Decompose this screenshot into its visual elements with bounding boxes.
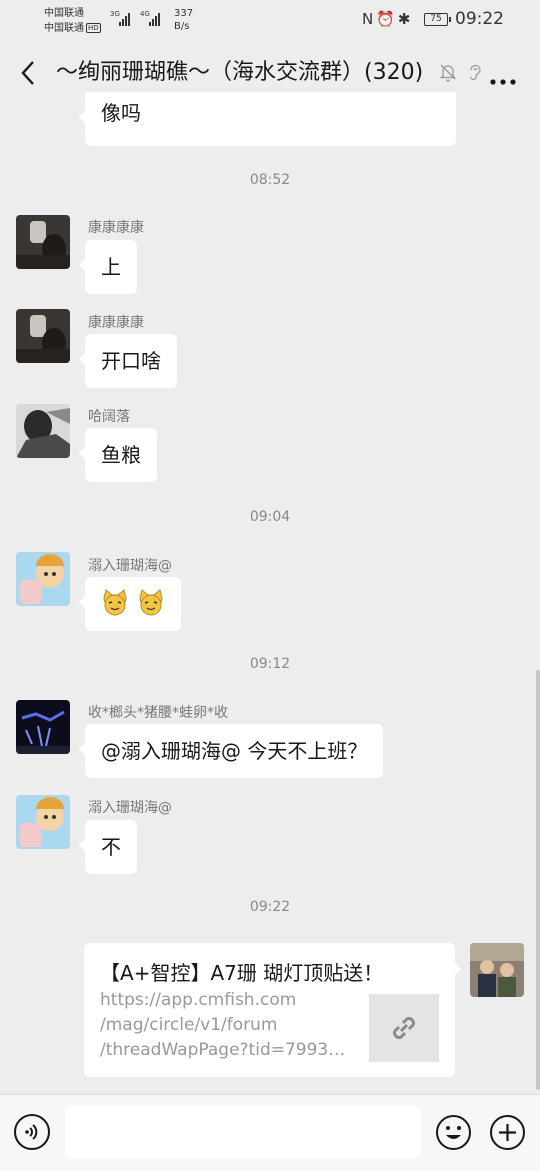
avatar[interactable]	[16, 552, 70, 606]
status-bar: 中国联通 中国联通 HD 3G 4G 337 B/s N⏰✱ 75 09:22	[0, 0, 540, 44]
sender-name: 康康康康	[88, 220, 144, 236]
message-bubble[interactable]: 上	[79, 240, 137, 294]
timestamp: 08:52	[249, 172, 291, 188]
network-speed: 337 B/s	[174, 8, 194, 32]
battery-icon: 75	[424, 13, 451, 26]
back-icon	[21, 61, 34, 85]
carrier-1: 中国联通	[44, 8, 84, 19]
signal-strength-icon	[119, 12, 130, 26]
chat-title[interactable]: ～绚丽珊瑚礁～（海水交流群）(320)	[56, 58, 423, 88]
avatar[interactable]	[16, 795, 70, 849]
avatar[interactable]	[16, 700, 70, 754]
hd-badge: HD	[86, 23, 101, 33]
voice-icon	[25, 1124, 38, 1140]
carrier-info: 中国联通 中国联通 HD	[44, 6, 101, 36]
cat-face-emoji	[103, 589, 127, 616]
message-bubble[interactable]: 不	[79, 820, 137, 874]
bluetooth-icon: ✱	[397, 10, 414, 28]
link-card-thumbnail	[369, 994, 439, 1062]
sender-name: 溺入珊瑚海@	[88, 800, 172, 816]
avatar[interactable]	[16, 309, 70, 363]
avatar[interactable]	[16, 215, 70, 269]
link-card-title: 【A+智控】A7珊 瑚灯顶贴送！	[100, 961, 384, 985]
timestamp: 09:04	[249, 509, 291, 525]
back-button[interactable]	[14, 58, 44, 88]
message-bubble[interactable]	[78, 577, 182, 631]
my-avatar[interactable]	[470, 943, 524, 997]
emoji-button[interactable]	[435, 1114, 472, 1151]
sender-name: 溺入珊瑚海@	[88, 558, 172, 574]
alarm-icon: ⏰	[376, 10, 398, 28]
scrollbar[interactable]	[536, 670, 540, 1090]
status-time: 09:22	[455, 9, 504, 29]
voice-button[interactable]	[14, 1114, 50, 1150]
more-icon	[490, 79, 516, 85]
emoji-icon	[436, 1115, 471, 1150]
cat-face-emoji	[139, 589, 163, 616]
plus-icon	[490, 1115, 525, 1150]
timestamp: 09:12	[249, 656, 291, 672]
mute-icon	[438, 62, 458, 82]
avatar[interactable]	[16, 404, 70, 458]
link-icon	[393, 1017, 415, 1039]
nfc-icon: N	[362, 10, 377, 28]
sender-name: 收*榔头*猪腰*蛙卵*收	[88, 705, 228, 721]
input-bar	[0, 1094, 540, 1171]
message-bubble[interactable]: 鱼粮	[79, 428, 157, 482]
link-card-url: https://app.cmfish.com /mag/circle/v1/fo…	[100, 990, 355, 1060]
more-actions-button[interactable]	[489, 1114, 526, 1151]
signal-strength-icon-2	[149, 12, 160, 26]
message-input[interactable]	[66, 1106, 421, 1158]
sender-name: 康康康康	[88, 315, 144, 331]
message-bubble[interactable]: 开口啥	[79, 334, 177, 388]
more-button[interactable]	[490, 70, 516, 85]
message-bubble[interactable]: 像吗	[79, 92, 456, 146]
ear-icon	[465, 62, 485, 82]
message-bubble[interactable]: @溺入珊瑚海@ 今天不上班？	[78, 724, 384, 778]
sender-name: 哈阔落	[88, 409, 130, 425]
timestamp: 09:22	[249, 899, 291, 915]
system-icons: N⏰✱	[362, 10, 414, 28]
carrier-2: 中国联通	[44, 23, 84, 34]
